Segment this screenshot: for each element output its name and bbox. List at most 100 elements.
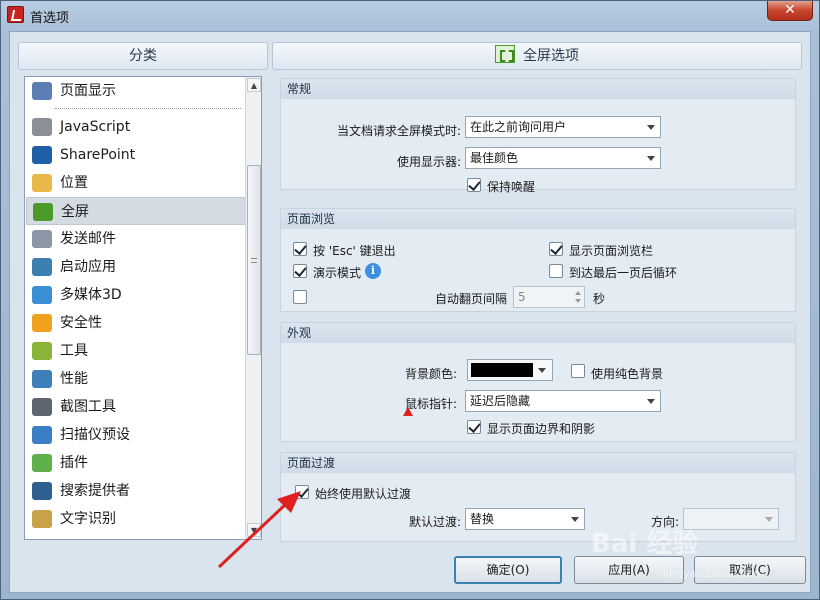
title-bar[interactable]: 首选项 ✕ bbox=[1, 1, 819, 29]
cursor-select[interactable]: 延迟后隐藏 bbox=[465, 390, 661, 412]
category-item[interactable]: JavaScript bbox=[26, 113, 246, 141]
transition-group-title: 页面过渡 bbox=[281, 453, 795, 473]
chevron-down-icon bbox=[647, 156, 655, 161]
appearance-group: 外观 背景颜色: 使用纯色背景 鼠标指针: 延迟后隐藏 显示页面边界和阴影 bbox=[280, 322, 796, 442]
category-item[interactable]: 多媒体3D bbox=[26, 281, 246, 309]
folder-location-icon bbox=[32, 174, 52, 192]
window-title: 首选项 bbox=[30, 11, 70, 26]
category-panel-header: 分类 bbox=[18, 42, 268, 70]
auto-advance-checkbox[interactable] bbox=[293, 290, 307, 304]
category-item[interactable]: 发送邮件 bbox=[26, 225, 246, 253]
fullscreen-request-label: 当文档请求全屏模式时: bbox=[337, 124, 462, 138]
keep-awake-label: 保持唤醒 bbox=[487, 180, 536, 194]
cursor-value: 延迟后隐藏 bbox=[470, 394, 531, 408]
show-borders-label: 显示页面边界和阴影 bbox=[487, 422, 596, 436]
category-item-label: 扫描仪预设 bbox=[60, 427, 130, 443]
category-item-label: 安全性 bbox=[60, 315, 102, 331]
default-transition-value: 替换 bbox=[470, 512, 495, 526]
scroll-thumb[interactable] bbox=[247, 165, 261, 355]
plugin-puzzle-icon bbox=[32, 454, 52, 472]
info-icon[interactable]: i bbox=[365, 263, 381, 279]
auto-advance-spinner[interactable]: 5 bbox=[513, 286, 585, 308]
esc-exit-checkbox[interactable] bbox=[293, 242, 307, 256]
category-item-label: 性能 bbox=[60, 371, 88, 387]
category-item[interactable]: 位置 bbox=[26, 169, 246, 197]
performance-gauge-icon bbox=[32, 370, 52, 388]
dialog-client-area: 分类 页面显示 JavaScript SharePoint 位置全屏发送邮件 启动应用多… bbox=[9, 31, 811, 593]
auto-advance-value: 5 bbox=[518, 290, 526, 304]
page-browse-group-title: 页面浏览 bbox=[281, 209, 795, 229]
category-item-label: 文字识别 bbox=[60, 511, 116, 527]
category-item[interactable]: 文字识别 bbox=[26, 505, 246, 533]
close-button[interactable]: ✕ bbox=[767, 1, 813, 21]
category-item-label: 页面显示 bbox=[60, 83, 116, 99]
chevron-down-icon bbox=[538, 368, 546, 373]
fullscreen-request-value: 在此之前询问用户 bbox=[470, 120, 567, 134]
category-item[interactable]: 插件 bbox=[26, 449, 246, 477]
category-item-label: 全屏 bbox=[61, 204, 89, 220]
presentation-mode-checkbox[interactable] bbox=[293, 264, 307, 278]
watermark-logo: Bai 经验 bbox=[591, 529, 699, 559]
category-item[interactable]: 启动应用 bbox=[26, 253, 246, 281]
loop-label: 到达最后一页后循环 bbox=[569, 266, 678, 280]
chevron-down-icon bbox=[765, 517, 773, 522]
default-transition-select[interactable]: 替换 bbox=[465, 508, 585, 530]
category-item[interactable]: 全屏 bbox=[26, 197, 246, 225]
options-panel-header: 全屏选项 bbox=[272, 42, 802, 70]
category-item[interactable]: 工具 bbox=[26, 337, 246, 365]
always-default-label: 始终使用默认过渡 bbox=[315, 487, 412, 501]
presentation-mode-label: 演示模式 bbox=[313, 266, 362, 280]
annotation-arrow-icon bbox=[217, 491, 301, 569]
multimedia-3d-icon bbox=[32, 286, 52, 304]
ocr-icon bbox=[32, 510, 52, 528]
category-item[interactable]: 性能 bbox=[26, 365, 246, 393]
category-item-label: JavaScript bbox=[60, 119, 131, 135]
category-item[interactable]: SharePoint bbox=[26, 141, 246, 169]
bg-color-picker[interactable] bbox=[467, 359, 553, 381]
ok-button[interactable]: 确定(O) bbox=[454, 556, 562, 584]
security-shield-icon bbox=[32, 314, 52, 332]
spin-down-icon[interactable] bbox=[575, 299, 581, 303]
preferences-dialog: 首选项 ✕ 分类 页面显示 JavaScript SharePoint 位置全屏发送邮… bbox=[0, 0, 820, 600]
scroll-up-arrow-icon[interactable]: ▲ bbox=[247, 78, 261, 92]
show-borders-checkbox[interactable] bbox=[467, 420, 481, 434]
scroll-grip-icon bbox=[251, 258, 257, 263]
options-header-label: 全屏选项 bbox=[523, 48, 579, 64]
spin-up-icon[interactable] bbox=[575, 291, 581, 295]
show-nav-label: 显示页面浏览栏 bbox=[569, 244, 654, 258]
loop-checkbox[interactable] bbox=[549, 264, 563, 278]
show-nav-checkbox[interactable] bbox=[549, 242, 563, 256]
general-group-title: 常规 bbox=[281, 79, 795, 99]
seconds-label: 秒 bbox=[593, 292, 606, 306]
keep-awake-checkbox[interactable] bbox=[467, 178, 481, 192]
fullscreen-request-select[interactable]: 在此之前询问用户 bbox=[465, 116, 661, 138]
bg-color-label: 背景颜色: bbox=[405, 367, 458, 381]
sharepoint-icon bbox=[32, 146, 52, 164]
list-separator bbox=[55, 108, 241, 109]
category-item[interactable]: 页面显示 bbox=[26, 77, 246, 105]
category-item-label: 工具 bbox=[60, 343, 88, 359]
category-item-label: SharePoint bbox=[60, 147, 136, 163]
monitor-select[interactable]: 最佳颜色 bbox=[465, 147, 661, 169]
category-item[interactable]: 安全性 bbox=[26, 309, 246, 337]
chevron-down-icon bbox=[647, 125, 655, 130]
category-item-label: 位置 bbox=[60, 175, 88, 191]
scanner-icon bbox=[32, 426, 52, 444]
fullscreen-icon bbox=[495, 45, 515, 63]
javascript-scroll-icon bbox=[32, 118, 52, 136]
category-item-label: 搜索提供者 bbox=[60, 483, 130, 499]
monitor-value: 最佳颜色 bbox=[470, 151, 519, 165]
category-item[interactable]: 搜索提供者 bbox=[26, 477, 246, 505]
chevron-down-icon bbox=[571, 517, 579, 522]
launch-app-icon bbox=[32, 258, 52, 276]
category-header-label: 分类 bbox=[129, 48, 157, 64]
category-item[interactable]: 截图工具 bbox=[26, 393, 246, 421]
camera-icon bbox=[32, 398, 52, 416]
page-browse-group: 页面浏览 按 'Esc' 键退出 显示页面浏览栏 演示模式 i 到达最后一页后循… bbox=[280, 208, 796, 312]
solid-bg-checkbox[interactable] bbox=[571, 364, 585, 378]
category-scrollbar[interactable]: ▲ ▼ bbox=[245, 77, 261, 539]
tools-icon bbox=[32, 342, 52, 360]
category-item[interactable]: 扫描仪预设 bbox=[26, 421, 246, 449]
category-list[interactable]: 页面显示 JavaScript SharePoint 位置全屏发送邮件 启动应用 多媒体3… bbox=[24, 76, 262, 540]
solid-bg-label: 使用纯色背景 bbox=[591, 367, 664, 381]
